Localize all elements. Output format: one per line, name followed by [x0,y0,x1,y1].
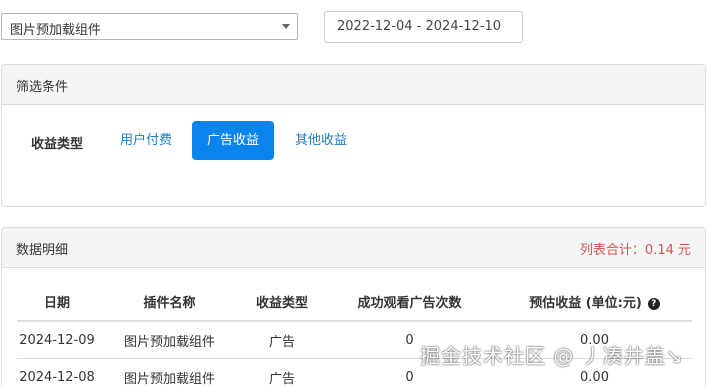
col-date: 日期 [17,283,97,321]
filter-panel-header: 筛选条件 [2,65,705,105]
cell-revenue-type: 广告 [242,321,322,359]
watermark: 掘金技术社区 @ 丿凑井盖↘ [420,340,683,369]
date-range-input[interactable]: 2022-12-04 - 2024-12-10 [324,11,523,43]
list-total: 列表合计：0.14 元 [580,239,691,258]
cell-date: 2024-12-08 [17,359,97,387]
cell-revenue-type: 广告 [242,359,322,387]
col-plugin-name: 插件名称 [97,283,242,321]
question-circle-icon[interactable]: ? [648,298,660,310]
cell-plugin-name: 图片预加载组件 [97,359,242,387]
table-header-row: 日期 插件名称 收益类型 成功观看广告次数 预估收益 (单位:元)? [17,283,692,321]
data-table: 日期 插件名称 收益类型 成功观看广告次数 预估收益 (单位:元)? 2024-… [17,283,692,387]
tab-ad-revenue[interactable]: 广告收益 [192,121,274,160]
tab-other-revenue[interactable]: 其他收益 [280,121,362,160]
cell-date: 2024-12-09 [17,321,97,359]
filter-panel-title: 筛选条件 [16,76,68,95]
col-estimated-revenue-label: 预估收益 (单位:元) [529,296,642,311]
plugin-select[interactable]: 图片预加载组件 [1,13,298,40]
col-estimated-revenue: 预估收益 (单位:元)? [497,283,692,321]
revenue-type-label: 收益类型 [31,133,83,152]
plugin-select-value: 图片预加载组件 [10,19,101,38]
data-panel-header: 数据明细 列表合计：0.14 元 [2,228,705,268]
col-revenue-type: 收益类型 [242,283,322,321]
caret-down-icon[interactable] [282,24,290,29]
col-ad-views: 成功观看广告次数 [322,283,497,321]
cell-plugin-name: 图片预加载组件 [97,321,242,359]
tab-user-payment[interactable]: 用户付费 [105,121,187,160]
filter-panel: 筛选条件 收益类型 用户付费 广告收益 其他收益 [1,64,706,207]
date-range-value: 2022-12-04 - 2024-12-10 [337,19,501,34]
data-panel-title: 数据明细 [16,239,68,258]
